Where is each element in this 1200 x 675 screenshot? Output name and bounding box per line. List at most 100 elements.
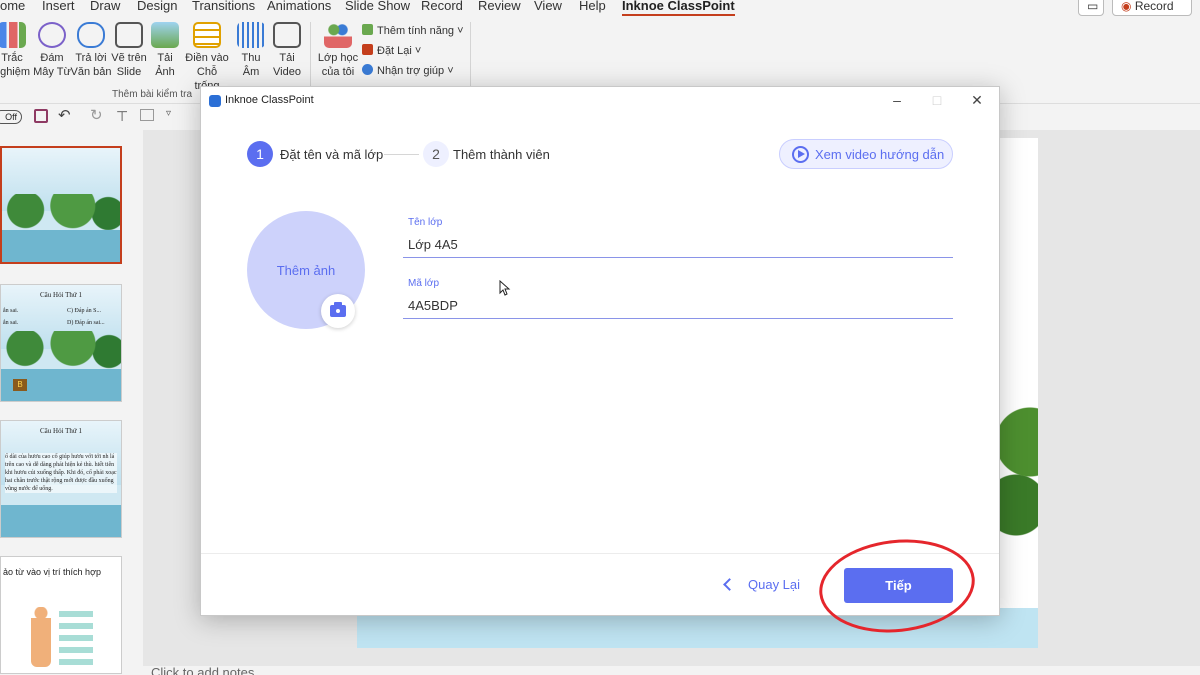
ribbon-label: Lớp học [317, 52, 359, 64]
thumbnail-paragraph: ổ dài của hươu cao cổ giúp hươu với tới … [5, 453, 117, 493]
pen-slide-icon [115, 22, 143, 48]
thumbnail-title: Câu Hỏi Thứ 1 [40, 291, 82, 299]
ribbon-label: nghiệm [0, 66, 31, 78]
undo-icon[interactable]: ↶ [58, 106, 71, 124]
redo-icon[interactable]: ↻ [90, 106, 103, 124]
minimize-icon[interactable]: – [889, 92, 905, 108]
chevron-left-icon [723, 578, 736, 591]
thumbnail-title: Câu Hỏi Thứ 1 [40, 427, 82, 435]
slide-thumbnail-2[interactable]: Câu Hỏi Thứ 1 ắn sai. C) Đáp án S... ắn … [0, 284, 122, 402]
tab-inknoe-classpoint[interactable]: Inknoe ClassPoint [622, 0, 735, 17]
audio-wave-icon [237, 22, 265, 48]
classpoint-logo-icon [209, 95, 221, 107]
step-1-number: 1 [247, 141, 273, 167]
step-1-label: Đặt tên và mã lớp [280, 147, 384, 162]
slide-thumbnail-3[interactable]: Câu Hỏi Thứ 1 ổ dài của hươu cao cổ giúp… [0, 420, 122, 538]
ribbon-label: Tải [279, 52, 295, 64]
slide-thumbnail-1[interactable] [0, 146, 122, 264]
thumbnail-trees [1, 331, 121, 372]
ribbon-group-label: Thêm bài kiểm tra [112, 89, 193, 100]
thumbnail-trees [2, 193, 120, 234]
reset-label: Đặt Lại ˅ [377, 45, 422, 57]
close-icon[interactable]: ✕ [969, 92, 985, 108]
play-icon [792, 146, 809, 163]
tab-animations[interactable]: Animations [267, 0, 331, 13]
tab-draw[interactable]: Draw [90, 0, 120, 13]
image-upload-icon [151, 22, 179, 48]
add-photo-label: Thêm ảnh [276, 263, 336, 278]
slide-thumbnail-4[interactable]: ảo từ vào vị trí thích hợp [0, 556, 122, 674]
tab-slide-show[interactable]: Slide Show [345, 0, 410, 13]
thumbnail-title: ảo từ vào vị trí thích hợp [3, 567, 101, 577]
chat-bubble-icon [77, 22, 105, 48]
dialog-title: Inknoe ClassPoint [225, 94, 314, 106]
notes-pane[interactable]: Click to add notes [143, 666, 1200, 675]
presentation-icon[interactable]: ⊤ [116, 108, 128, 125]
class-name-input[interactable] [403, 232, 953, 258]
ribbon-fill-blanks-button[interactable]: Điền vàoChỗ trống [185, 22, 229, 93]
reset-command[interactable]: Đặt Lại ˅ [362, 44, 421, 57]
ribbon-label: Đám [40, 52, 64, 64]
ribbon-video-upload-button[interactable]: Tải Video [265, 22, 309, 79]
class-code-input[interactable] [403, 293, 953, 319]
ribbon-label: Tải [157, 52, 173, 64]
back-label: Quay Lại [748, 577, 801, 592]
thumbnail-badge: B [13, 379, 27, 391]
ribbon-label: Trắc [1, 52, 23, 64]
label-boxes-icon [59, 611, 93, 669]
bar-chart-icon [0, 22, 26, 48]
tab-transitions[interactable]: Transitions [192, 0, 255, 13]
record-button[interactable]: ◉ Record [1112, 0, 1192, 16]
class-name-label: Tên lớp [408, 217, 443, 228]
watch-tutorial-label: Xem video hướng dẫn [815, 147, 945, 162]
video-upload-icon [273, 22, 301, 48]
record-icon: ◉ [1121, 0, 1132, 13]
add-features-command[interactable]: Thêm tính năng ˅ [362, 24, 464, 37]
trash-icon [362, 44, 373, 55]
create-class-dialog: Inknoe ClassPoint – □ ✕ 1 Đặt tên và mã … [200, 86, 1000, 616]
tab-help[interactable]: Help [579, 0, 606, 13]
maximize-icon[interactable]: □ [929, 92, 945, 108]
tab-record[interactable]: Record [421, 0, 463, 13]
tab-review[interactable]: Review [478, 0, 521, 13]
ribbon-label: Điền vào [185, 52, 229, 64]
comment-icon: ▭ [1087, 0, 1099, 13]
mouse-cursor-icon [499, 280, 511, 296]
tab-design[interactable]: Design [137, 0, 177, 13]
menu-bar: ome Insert Draw Design Transitions Anima… [0, 0, 1200, 17]
camera-button[interactable] [321, 294, 355, 328]
customize-qat-icon[interactable]: ▿ [166, 108, 171, 119]
tab-home[interactable]: ome [0, 0, 25, 13]
ribbon-word-cloud-button[interactable]: Đám Mây Từ [30, 22, 74, 79]
get-help-label: Nhận trợ giúp ˅ [377, 65, 454, 77]
add-features-label: Thêm tính năng ˅ [377, 25, 464, 37]
thumbnail-answer-d: D) Đáp án sai... [67, 320, 105, 326]
info-icon [362, 64, 373, 75]
step-2-number: 2 [423, 141, 449, 167]
back-button[interactable]: Quay Lại [723, 577, 801, 592]
body-diagram-icon [31, 607, 51, 667]
get-help-command[interactable]: Nhận trợ giúp ˅ [362, 64, 454, 77]
thumbnail-water [1, 504, 121, 537]
tab-view[interactable]: View [534, 0, 562, 13]
thumbnail-answer-c: C) Đáp án S... [67, 308, 101, 314]
watch-tutorial-button[interactable]: Xem video hướng dẫn [779, 139, 953, 169]
ribbon-label: của tôi [321, 66, 355, 78]
ribbon-my-class-button[interactable]: Lớp học của tôi [316, 22, 360, 79]
comments-button[interactable]: ▭ [1078, 0, 1104, 16]
ribbon-label: Video [273, 66, 301, 78]
save-icon[interactable] [34, 109, 48, 123]
fill-blanks-icon [193, 22, 221, 48]
class-code-label: Mã lớp [408, 278, 440, 289]
grid-icon [362, 24, 373, 35]
ribbon-image-upload-button[interactable]: Tải Ảnh [143, 22, 187, 79]
ribbon-label: Mây Từ [33, 66, 71, 78]
ribbon-quiz-button[interactable]: Trắc nghiệm [0, 22, 34, 79]
tab-insert[interactable]: Insert [42, 0, 75, 13]
step-connector [384, 154, 419, 155]
slide-thumbnail-pane: Câu Hỏi Thứ 1 ắn sai. C) Đáp án S... ắn … [0, 130, 140, 675]
ribbon-label: Ảnh [155, 66, 175, 78]
dialog-titlebar: Inknoe ClassPoint – □ ✕ [201, 87, 999, 115]
autosave-toggle[interactable]: Off [0, 110, 22, 124]
picture-icon[interactable] [140, 109, 154, 121]
